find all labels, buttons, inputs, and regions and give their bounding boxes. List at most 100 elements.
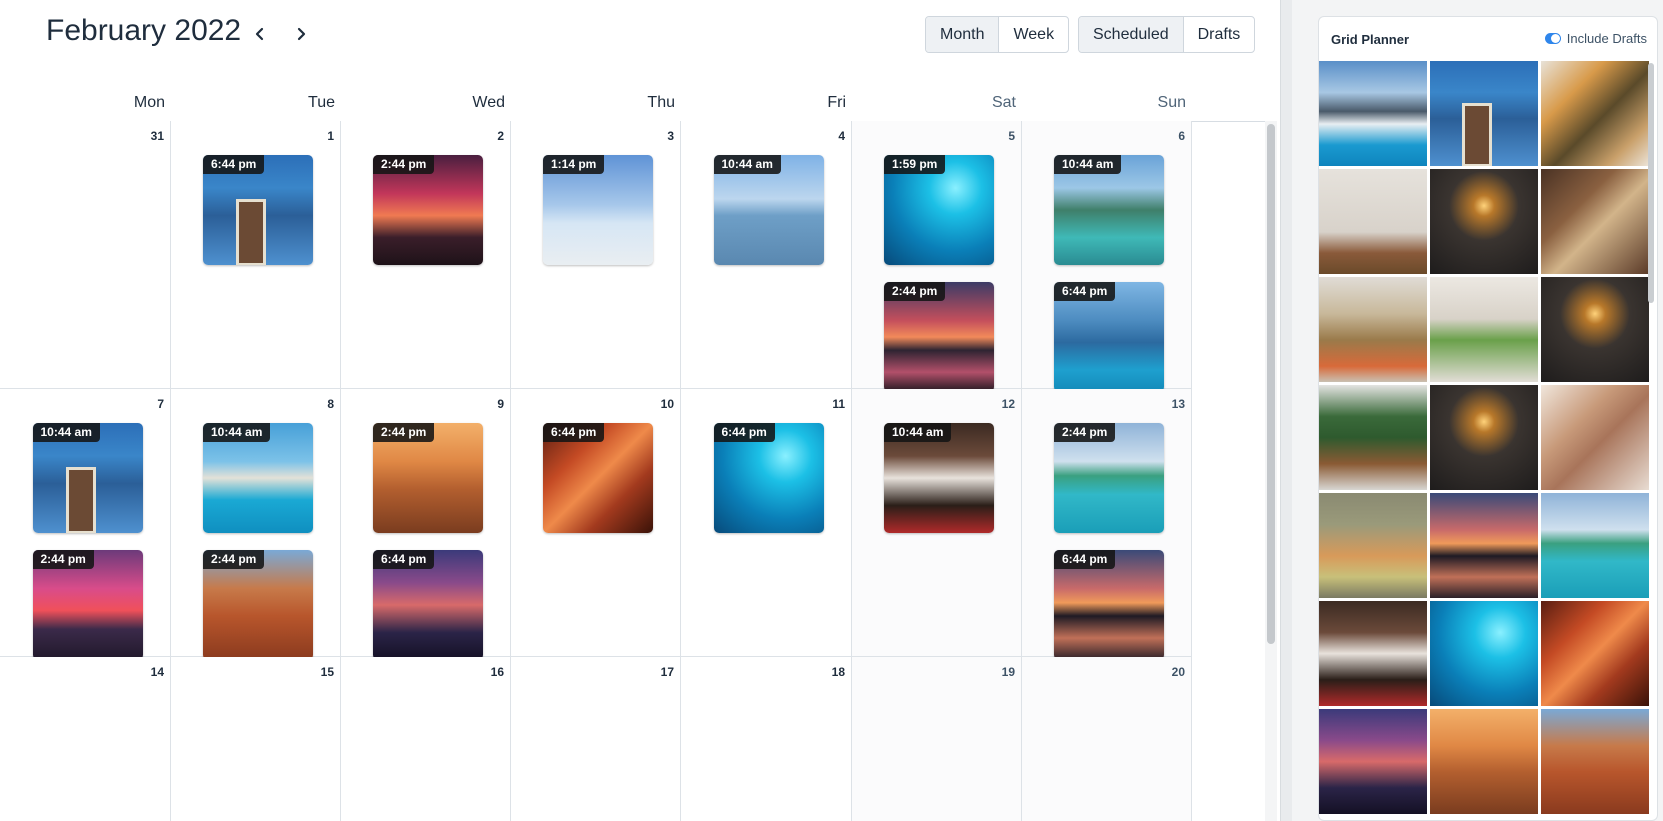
day-cell[interactable]: 12 10:44 am	[852, 389, 1022, 657]
scheduled-post[interactable]: 10:44 am	[203, 423, 313, 533]
day-cell[interactable]: 8 10:44 am 2:44 pm	[171, 389, 341, 660]
day-cell[interactable]: 14	[0, 657, 171, 821]
grid-planner-panel: Grid Planner Include Drafts	[1292, 0, 1663, 821]
grid-planner-tile[interactable]	[1541, 601, 1649, 706]
grid-planner-tile[interactable]	[1430, 385, 1538, 490]
day-number: 2	[497, 129, 504, 143]
weekday-sat: Sat	[991, 94, 1016, 111]
scheduled-post[interactable]: 6:44 pm	[203, 155, 313, 265]
scheduled-post[interactable]: 6:44 pm	[1054, 550, 1164, 660]
scheduled-post[interactable]: 2:44 pm	[203, 550, 313, 660]
month-view-button[interactable]: Month	[926, 17, 1000, 52]
grid-planner-tile[interactable]	[1319, 277, 1427, 382]
include-drafts-toggle[interactable]: Include Drafts	[1544, 31, 1647, 46]
grid-planner-tile[interactable]	[1319, 169, 1427, 274]
grid-planner-tile[interactable]	[1541, 277, 1649, 382]
scheduled-post[interactable]: 10:44 am	[32, 423, 143, 533]
chevron-right-icon	[297, 27, 306, 41]
post-time-badge: 6:44 pm	[713, 423, 775, 442]
scheduled-post[interactable]: 1:14 pm	[543, 155, 653, 265]
day-cell[interactable]: 15	[171, 657, 341, 821]
day-cell[interactable]: 9 2:44 pm 6:44 pm	[341, 389, 511, 660]
day-cell[interactable]: 4 10:44 am	[681, 121, 852, 389]
day-cell[interactable]: 31	[0, 121, 171, 389]
next-month-button[interactable]	[289, 22, 313, 46]
day-cell[interactable]: 13 2:44 pm 6:44 pm	[1022, 389, 1192, 660]
grid-planner-tile[interactable]	[1541, 493, 1649, 598]
scheduled-post[interactable]: 6:44 pm	[713, 423, 824, 533]
day-cell[interactable]: 16	[341, 657, 511, 821]
calendar-grid: 31 1 6:44 pm 2 2:44 pm 3 1:14 pm 4 10:44 am 5 1:59…	[0, 121, 1265, 821]
scheduled-post[interactable]: 2:44 pm	[373, 155, 483, 265]
scheduled-post[interactable]: 10:44 am	[1054, 155, 1164, 265]
day-number: 7	[157, 397, 164, 411]
grid-planner-tile[interactable]	[1430, 277, 1538, 382]
grid-planner-tile[interactable]	[1430, 601, 1538, 706]
weekday-thu: Thu	[647, 94, 675, 111]
day-cell[interactable]: 6 10:44 am 6:44 pm	[1022, 121, 1192, 392]
grid-planner-tile[interactable]	[1541, 61, 1649, 166]
day-number: 9	[497, 397, 504, 411]
post-time-badge: 10:44 am	[203, 423, 271, 442]
day-cell[interactable]: 20	[1022, 657, 1192, 821]
day-cell[interactable]: 7 10:44 am 2:44 pm	[0, 389, 171, 660]
scheduled-post[interactable]: 6:44 pm	[543, 423, 653, 533]
day-number: 5	[1008, 129, 1015, 143]
prev-month-button[interactable]	[248, 22, 272, 46]
grid-planner-tile[interactable]	[1430, 61, 1538, 166]
day-cell[interactable]: 1 6:44 pm	[171, 121, 341, 389]
day-cell[interactable]: 19	[852, 657, 1022, 821]
panel-splitter[interactable]	[1280, 0, 1292, 821]
scheduled-post[interactable]: 10:44 am	[884, 423, 994, 533]
grid-planner-tile[interactable]	[1541, 169, 1649, 274]
grid-planner-scrollbar[interactable]	[1648, 63, 1654, 303]
scheduled-post[interactable]: 2:44 pm	[1054, 423, 1164, 533]
filter-toggle: Scheduled Drafts	[1078, 16, 1256, 53]
grid-planner-thumbnail	[1319, 61, 1427, 166]
grid-planner-tile[interactable]	[1541, 709, 1649, 814]
scheduled-post[interactable]: 6:44 pm	[373, 550, 483, 660]
weekday-wed: Wed	[472, 94, 505, 111]
scheduled-post[interactable]: 10:44 am	[713, 155, 824, 265]
grid-planner-tile[interactable]	[1319, 709, 1427, 814]
include-drafts-label: Include Drafts	[1566, 31, 1647, 46]
post-time-badge: 2:44 pm	[203, 550, 265, 569]
day-cell[interactable]: 10 6:44 pm	[511, 389, 681, 657]
grid-planner-tile[interactable]	[1541, 385, 1649, 490]
scheduled-post[interactable]: 2:44 pm	[32, 550, 143, 660]
grid-planner-tile[interactable]	[1319, 385, 1427, 490]
scheduled-post[interactable]: 6:44 pm	[1054, 282, 1164, 392]
month-title: February 2022	[46, 14, 242, 47]
grid-planner-thumbnail	[1541, 61, 1649, 166]
toggle-switch-icon[interactable]	[1544, 33, 1561, 44]
day-number: 14	[150, 665, 164, 679]
scheduled-post[interactable]: 2:44 pm	[884, 282, 994, 392]
week-view-button[interactable]: Week	[999, 17, 1068, 52]
grid-planner-thumbnail	[1430, 169, 1538, 274]
post-time-badge: 2:44 pm	[373, 423, 435, 442]
grid-planner-tile[interactable]	[1319, 493, 1427, 598]
grid-planner-tile[interactable]	[1430, 169, 1538, 274]
day-cell[interactable]: 11 6:44 pm	[681, 389, 852, 657]
day-cell[interactable]: 17	[511, 657, 681, 821]
grid-planner-tile[interactable]	[1430, 493, 1538, 598]
grid-planner-tile[interactable]	[1319, 61, 1427, 166]
scheduled-post[interactable]: 1:59 pm	[884, 155, 994, 265]
calendar-scrollbar-thumb[interactable]	[1267, 124, 1275, 644]
view-toggle: Month Week	[925, 16, 1070, 53]
post-time-badge: 10:44 am	[1054, 155, 1122, 174]
day-cell[interactable]: 2 2:44 pm	[341, 121, 511, 389]
day-cell[interactable]: 5 1:59 pm 2:44 pm	[852, 121, 1022, 392]
weekday-sun: Sun	[1157, 94, 1186, 111]
chevron-left-icon	[255, 27, 264, 41]
day-number: 6	[1178, 129, 1185, 143]
grid-planner-tile[interactable]	[1430, 709, 1538, 814]
scheduled-filter-button[interactable]: Scheduled	[1079, 17, 1184, 52]
grid-planner-tile[interactable]	[1319, 601, 1427, 706]
post-time-badge: 6:44 pm	[1054, 550, 1116, 569]
day-cell[interactable]: 18	[681, 657, 852, 821]
drafts-filter-button[interactable]: Drafts	[1184, 17, 1255, 52]
scheduled-post[interactable]: 2:44 pm	[373, 423, 483, 533]
day-cell[interactable]: 3 1:14 pm	[511, 121, 681, 389]
weekday-mon: Mon	[133, 94, 165, 111]
